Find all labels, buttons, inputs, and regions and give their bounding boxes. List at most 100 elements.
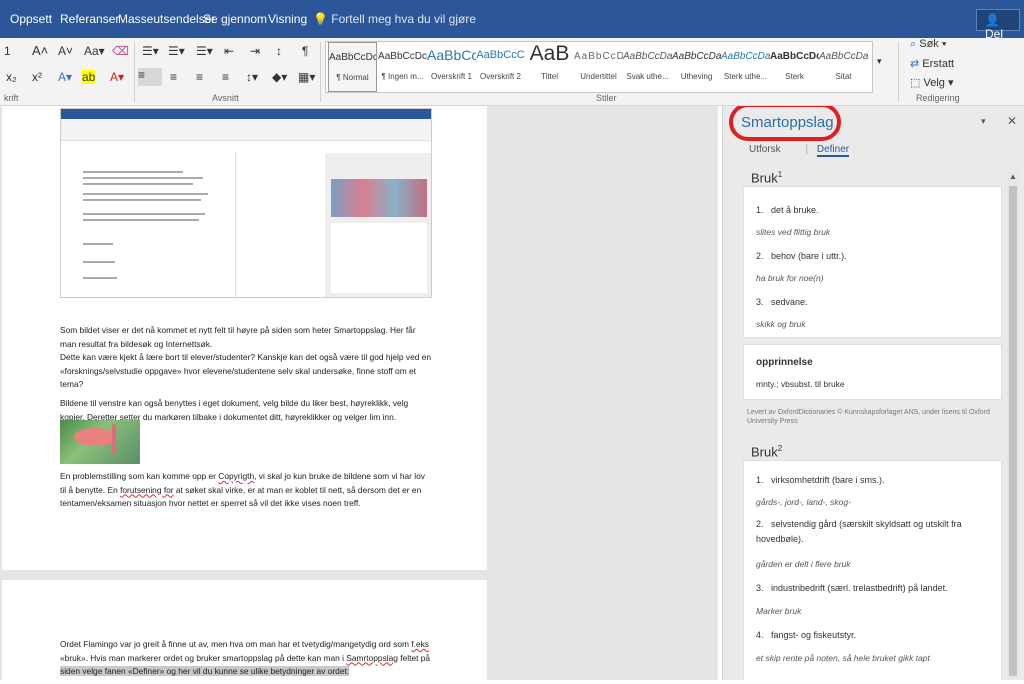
tab-oppsett[interactable]: Oppsett [10, 12, 52, 26]
document-body-2: En problemstilling som kan komme opp er … [60, 470, 432, 516]
definition: 3. industribedrift (særl. trelastbedrift… [756, 583, 948, 593]
line-spacing-button[interactable]: ↕▾ [246, 70, 258, 84]
definition: 2. behov (bare i uttr.). [756, 251, 847, 261]
search-icon: ⌕ [910, 38, 917, 50]
change-case-button[interactable]: Aa▾ [84, 44, 105, 58]
style-quote[interactable]: AaBbCcDa Sitat [819, 42, 868, 92]
flamingo-neck [112, 424, 116, 454]
thumb-text [83, 261, 115, 263]
shading-button[interactable]: ◆▾ [272, 70, 287, 84]
thumb-tabs [61, 109, 431, 119]
style-heading1[interactable]: AaBbCc Overskrift 1 [427, 42, 476, 92]
thumb-text [83, 199, 201, 201]
increase-indent-button[interactable]: ⇥ [250, 44, 260, 58]
example: slites ved flittig bruk [756, 227, 831, 237]
tab-utforsk[interactable]: Utforsk [749, 144, 781, 155]
thumb-text [83, 177, 203, 179]
thumb-text [83, 219, 199, 221]
thumb-text [83, 243, 113, 245]
styles-more-button[interactable]: ▾ [877, 56, 882, 67]
style-emphasis[interactable]: AaBbCcDa Utheving [672, 42, 721, 92]
tell-me-box[interactable]: 💡 Fortell meg hva du vil gjøre [313, 12, 476, 26]
borders-button[interactable]: ▦▾ [298, 70, 315, 84]
style-no-spacing[interactable]: AaBbCcDc ¶ Ingen m... [378, 42, 427, 92]
pane-scrollbar-thumb[interactable] [1009, 186, 1017, 676]
tab-se-gjennom[interactable]: Se gjennom [203, 12, 267, 26]
scroll-up-icon[interactable]: ▲ [1009, 172, 1017, 181]
tab-visning[interactable]: Visning [268, 12, 307, 26]
style-normal[interactable]: AaBbCcDc ¶ Normal [328, 42, 377, 92]
thumb-text [83, 171, 183, 173]
style-title[interactable]: AaB Tittel [525, 42, 574, 92]
font-size-box[interactable]: 1 [4, 44, 11, 58]
thumb-text [83, 193, 208, 195]
example: gården er delt i flere bruk [756, 559, 851, 569]
decrease-indent-button[interactable]: ⇤ [224, 44, 234, 58]
font-group-label: krift [4, 93, 19, 103]
text-effects-button[interactable]: A▾ [58, 70, 72, 84]
definition: 1. det å bruke. [756, 205, 819, 215]
superscript-button[interactable]: x² [32, 70, 42, 84]
style-strong[interactable]: AaBbCcDc Sterk [770, 42, 819, 92]
divider [898, 42, 899, 102]
subscript-button[interactable]: x₂ [6, 70, 17, 84]
bullets-button[interactable]: ☰▾ [142, 44, 159, 58]
example: Marker bruk [756, 606, 802, 616]
definition: 1. virksomhetdrift (bare i sms.). [756, 475, 885, 485]
highlight-button[interactable]: ab [82, 70, 96, 84]
share-button[interactable]: 👤 Del [976, 9, 1020, 41]
multilevel-button[interactable]: ☰▾ [196, 44, 213, 58]
document-body-3: Ordet Flamingo var jo greit å finne ut a… [60, 638, 432, 684]
thumb-ribbon [61, 119, 431, 141]
styles-group-label: Stiler [596, 93, 617, 103]
justify-button[interactable]: ≡ [222, 70, 229, 84]
example: gårds-, jord-, land-, skog- [756, 497, 851, 507]
select-icon: ⬚ [910, 77, 921, 89]
thumb-text [83, 183, 193, 185]
home-ribbon: 1 A˄ A˅ Aa▾ ⌫ x₂ x² A▾ ab A▾ krift ☰▾ ☰▾… [0, 38, 1024, 106]
tab-masseutsendelser[interactable]: Masseutsendelser [118, 12, 215, 26]
origin-title: opprinnelse [756, 357, 813, 368]
pane-title: Smartoppslag [741, 114, 834, 131]
font-color-button[interactable]: A▾ [110, 70, 124, 84]
example: ha bruk for noe(n) [756, 273, 824, 283]
style-heading2[interactable]: AaBbCcC Overskrift 2 [476, 42, 525, 92]
thumb-pane [325, 153, 431, 297]
numbering-button[interactable]: ☰▾ [168, 44, 185, 58]
grow-font-button[interactable]: A˄ [32, 43, 48, 58]
definition: 4. fangst- og fiskeutstyr. [756, 630, 857, 640]
select-button[interactable]: ⬚ Velg ▾ [910, 76, 953, 89]
flamingo-image[interactable] [60, 420, 140, 464]
shrink-font-button[interactable]: A˅ [58, 44, 73, 58]
paragraph: Som bildet viser er det nå kommet et nyt… [60, 325, 416, 349]
clear-format-button[interactable]: ⌫ [112, 44, 129, 58]
person-icon: 👤 [985, 13, 1000, 27]
definition-card-2: 1. virksomhetdrift (bare i sms.). gårds-… [743, 460, 1002, 680]
align-right-button[interactable]: ≡ [196, 70, 203, 84]
pane-options-button[interactable]: ▾ [981, 116, 986, 127]
headword-1: Bruk1 [751, 170, 783, 186]
find-button[interactable]: ⌕ Søk ▾ [910, 38, 946, 51]
styles-gallery: AaBbCcDc ¶ Normal AaBbCcDc ¶ Ingen m... Aa… [325, 41, 873, 93]
pilcrow-button[interactable]: ¶ [302, 44, 308, 58]
replace-button[interactable]: ⇄ Erstatt [910, 57, 954, 70]
style-subtitle[interactable]: AaBbCcD Undertittel [574, 42, 623, 92]
ribbon-tabs-bar: Oppsett Referanser Masseutsendelser Se g… [0, 0, 1024, 41]
editing-group-label: Redigering [916, 93, 960, 103]
sort-button[interactable]: ↕ [276, 44, 282, 58]
origin-card: opprinnelse mnty.; vbsubst. til bruke [743, 344, 1002, 400]
definition-card-1: 1. det å bruke. slites ved flittig bruk … [743, 186, 1002, 338]
align-left-button[interactable]: ≡ [138, 68, 162, 86]
paragraph: Ordet Flamingo var jo greit å finne ut a… [60, 639, 431, 677]
thumb-page [61, 153, 236, 297]
tab-referanser[interactable]: Referanser [60, 12, 119, 26]
close-icon[interactable]: ✕ [1007, 114, 1017, 128]
example: skikk og bruk [756, 319, 806, 329]
align-center-button[interactable]: ≡ [170, 70, 177, 84]
paragraph-group-label: Avsnitt [212, 93, 239, 103]
divider [134, 42, 135, 102]
style-subtle-emphasis[interactable]: AaBbCcDa Svak uthe... [623, 42, 672, 92]
tab-definer[interactable]: Definer [816, 144, 850, 157]
style-intense-emphasis[interactable]: AaBbCcDa Sterk uthe... [721, 42, 770, 92]
smart-lookup-pane: Smartoppslag ▾ ✕ Utforsk | Definer Bruk1… [722, 106, 1024, 680]
